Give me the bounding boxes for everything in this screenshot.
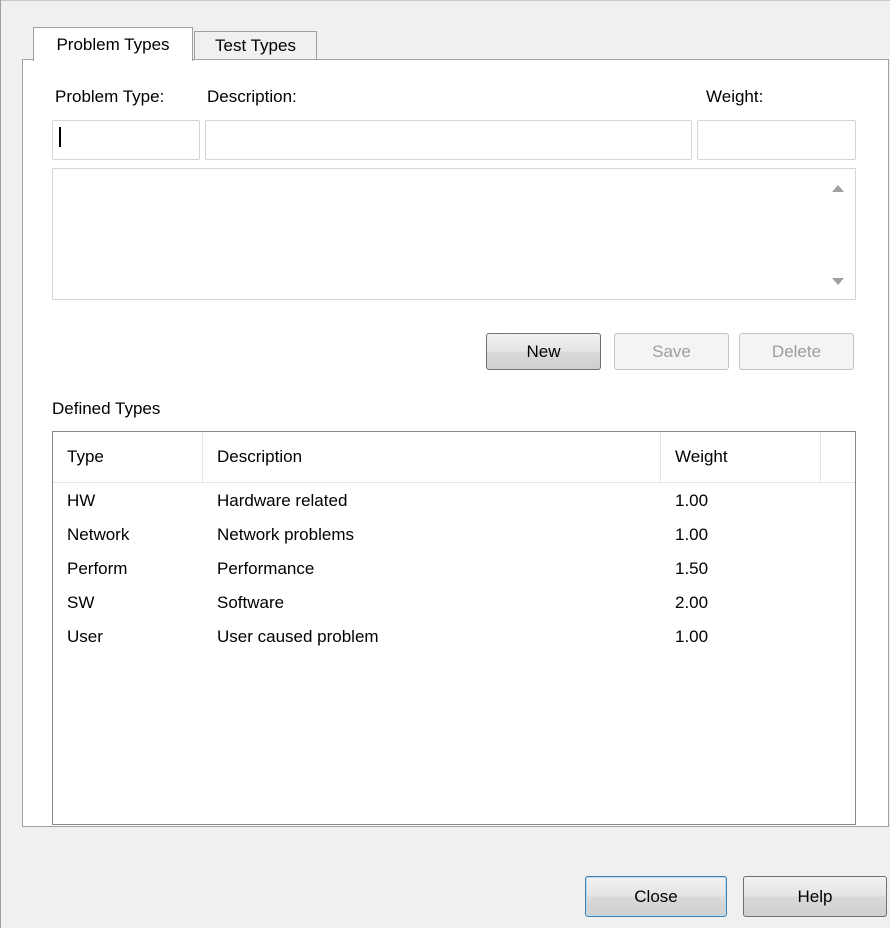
new-button[interactable]: New — [486, 333, 601, 370]
close-button[interactable]: Close — [585, 876, 727, 917]
column-header-filler — [821, 432, 855, 482]
column-header-weight[interactable]: Weight — [661, 432, 821, 482]
cell-type: Perform — [67, 559, 128, 578]
cell-type: User — [67, 627, 103, 646]
column-header-description[interactable]: Description — [203, 432, 661, 482]
table-row[interactable]: User User caused problem 1.00 — [53, 620, 855, 654]
cell-weight: 1.00 — [675, 525, 709, 544]
save-button[interactable]: Save — [614, 333, 729, 370]
defined-types-list[interactable]: Type Description Weight HW Hardware rela… — [52, 431, 856, 825]
scroll-up-icon[interactable] — [832, 185, 844, 192]
weight-label: Weight: — [706, 87, 764, 106]
weight-input[interactable] — [697, 120, 856, 160]
problem-type-input[interactable] — [52, 120, 200, 160]
text-caret — [59, 127, 61, 147]
save-button-label: Save — [652, 341, 691, 361]
delete-button-label: Delete — [771, 341, 822, 361]
close-button-label: Close — [634, 886, 678, 906]
window-top-border — [0, 0, 890, 1]
cell-description: Network problems — [217, 525, 354, 544]
cell-weight: 1.50 — [675, 559, 709, 578]
cell-type: HW — [67, 491, 96, 510]
column-header-type-label: Type — [67, 447, 104, 466]
tab-test-types[interactable]: Test Types — [194, 31, 317, 60]
vertical-scrollbar[interactable] — [821, 169, 855, 299]
table-row[interactable]: SW Software 2.00 — [53, 586, 855, 620]
tab-problem-types[interactable]: Problem Types — [33, 27, 193, 61]
details-text-area[interactable] — [52, 168, 856, 300]
help-button[interactable]: Help — [743, 876, 887, 917]
tab-test-types-label: Test Types — [215, 36, 296, 55]
cell-type: SW — [67, 593, 95, 612]
list-header: Type Description Weight — [53, 432, 855, 483]
cell-type: Network — [67, 525, 130, 544]
defined-types-label: Defined Types — [52, 399, 161, 418]
table-row[interactable]: Network Network problems 1.00 — [53, 518, 855, 552]
column-header-description-label: Description — [217, 447, 303, 466]
column-header-weight-label: Weight — [675, 447, 728, 466]
cell-description: Hardware related — [217, 491, 348, 510]
tab-problem-types-label: Problem Types — [56, 34, 170, 54]
problem-type-label: Problem Type: — [55, 87, 165, 106]
window-left-border — [0, 0, 1, 928]
cell-description: Performance — [217, 559, 315, 578]
column-header-type[interactable]: Type — [53, 432, 203, 482]
cell-weight: 2.00 — [675, 593, 709, 612]
table-row[interactable]: Perform Performance 1.50 — [53, 552, 855, 586]
delete-button[interactable]: Delete — [739, 333, 854, 370]
cell-weight: 1.00 — [675, 627, 709, 646]
scroll-down-icon[interactable] — [832, 278, 844, 285]
help-button-label: Help — [797, 886, 833, 906]
description-label: Description: — [207, 87, 297, 106]
new-button-label: New — [526, 341, 561, 361]
description-input[interactable] — [205, 120, 692, 160]
cell-description: User caused problem — [217, 627, 379, 646]
table-row[interactable]: HW Hardware related 1.00 — [53, 484, 855, 518]
cell-weight: 1.00 — [675, 491, 709, 510]
cell-description: Software — [217, 593, 285, 612]
